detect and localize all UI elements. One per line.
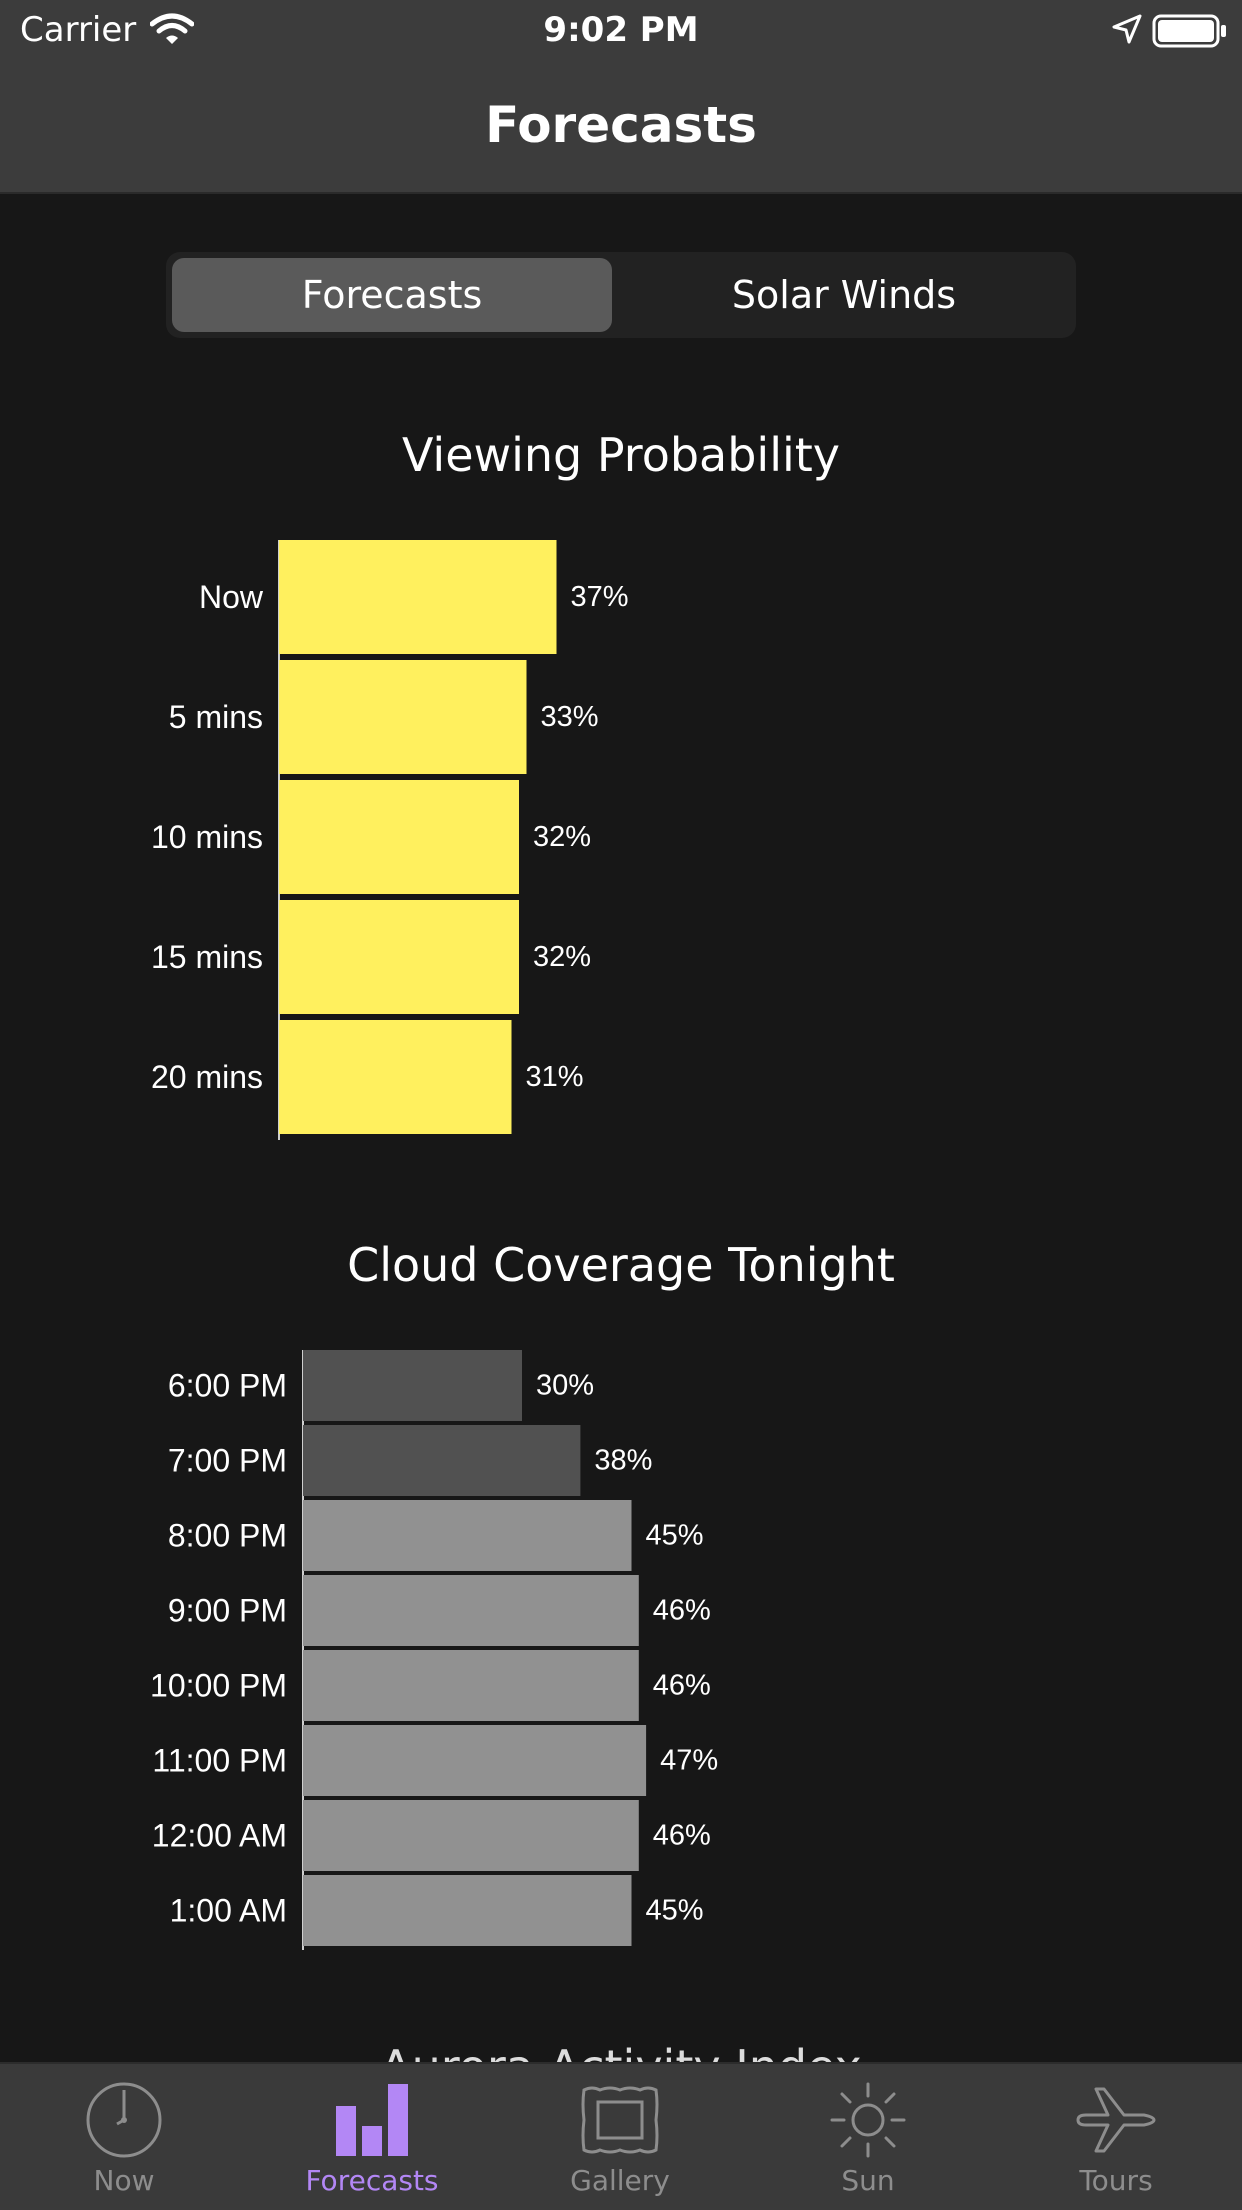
- cloud-coverage-chart: 6:00 PM 30% 7:00 PM 38% 8:00 PM 45% 9:00 PM 46%…: [150, 1350, 718, 1950]
- segmented-control: Forecasts Solar Winds: [166, 252, 1076, 338]
- chart-value-label: 32%: [533, 941, 591, 973]
- chart-category-label: 15 mins: [151, 939, 263, 975]
- battery-icon: [1152, 14, 1228, 57]
- chart-category-label: 12:00 AM: [152, 1818, 287, 1854]
- chart-value-label: 46%: [653, 1670, 711, 1702]
- tab-gallery[interactable]: Gallery: [496, 2064, 744, 2210]
- chart-value-label: 46%: [653, 1595, 711, 1627]
- chart-category-label: 11:00 PM: [152, 1743, 287, 1779]
- page-title: Forecasts: [485, 96, 757, 154]
- chart-category-label: 7:00 PM: [168, 1443, 287, 1479]
- chart-bar: [279, 540, 557, 654]
- tab-now[interactable]: Now: [0, 2064, 248, 2210]
- chart-value-label: 45%: [646, 1520, 704, 1552]
- chart-category-label: 10:00 PM: [150, 1668, 287, 1704]
- tab-sun[interactable]: Sun: [744, 2064, 992, 2210]
- chart-category-label: 20 mins: [151, 1059, 263, 1095]
- chart-category-label: 9:00 PM: [168, 1593, 287, 1629]
- chart-bar: [303, 1575, 639, 1646]
- status-bar: Carrier 9:02 PM: [0, 0, 1242, 60]
- chart-value-label: 38%: [594, 1445, 652, 1477]
- cloud-coverage-title: Cloud Coverage Tonight: [347, 1238, 895, 1292]
- tab-forecasts-label: Forecasts: [305, 2164, 439, 2197]
- chart-category-label: 10 mins: [151, 819, 263, 855]
- chart-bar: [279, 780, 519, 894]
- chart-value-label: 30%: [536, 1370, 594, 1402]
- location-arrow-icon: [1112, 13, 1142, 53]
- chart-bar: [303, 1800, 639, 1871]
- chart-bar: [303, 1425, 581, 1496]
- chart-category-label: 8:00 PM: [168, 1518, 287, 1554]
- tab-bar: Now Forecasts Gallery Sun Tours: [0, 2062, 1242, 2210]
- clock-icon: [84, 2080, 164, 2160]
- chart-value-label: 46%: [653, 1820, 711, 1852]
- status-time: 9:02 PM: [543, 10, 699, 50]
- tab-forecasts[interactable]: Forecasts: [248, 2064, 496, 2210]
- tab-tours-label: Tours: [1079, 2164, 1153, 2197]
- picture-frame-icon: [580, 2080, 660, 2160]
- chart-bar: [279, 900, 519, 1014]
- chart-value-label: 45%: [646, 1895, 704, 1927]
- chart-bar: [303, 1350, 522, 1421]
- tab-tours[interactable]: Tours: [992, 2064, 1240, 2210]
- segment-solar-winds[interactable]: Solar Winds: [624, 258, 1064, 332]
- chart-category-label: Now: [199, 579, 264, 615]
- tab-now-label: Now: [93, 2164, 155, 2197]
- chart-bar: [279, 660, 527, 774]
- chart-category-label: 5 mins: [169, 699, 263, 735]
- chart-category-label: 6:00 PM: [168, 1368, 287, 1404]
- viewing-probability-title: Viewing Probability: [401, 428, 841, 482]
- chart-value-label: 47%: [660, 1745, 718, 1777]
- bar-chart-icon: [334, 2080, 410, 2160]
- viewing-probability-chart: Now 37% 5 mins 33% 10 mins 32% 15 mins 32% 20 mi…: [151, 540, 629, 1140]
- chart-bar: [303, 1650, 639, 1721]
- chart-value-label: 33%: [541, 701, 599, 733]
- chart-value-label: 32%: [533, 821, 591, 853]
- chart-value-label: 37%: [571, 581, 629, 613]
- chart-value-label: 31%: [526, 1061, 584, 1093]
- chart-bar: [303, 1875, 632, 1946]
- navigation-bar: Forecasts: [0, 60, 1242, 194]
- airplane-icon: [1074, 2080, 1158, 2160]
- chart-bar: [303, 1500, 632, 1571]
- tab-sun-label: Sun: [841, 2164, 895, 2197]
- chart-bar: [303, 1725, 647, 1796]
- chart-bar: [279, 1020, 512, 1134]
- chart-category-label: 1:00 AM: [170, 1893, 287, 1929]
- segment-forecasts[interactable]: Forecasts: [172, 258, 612, 332]
- sun-icon: [828, 2080, 908, 2160]
- tab-gallery-label: Gallery: [570, 2164, 670, 2197]
